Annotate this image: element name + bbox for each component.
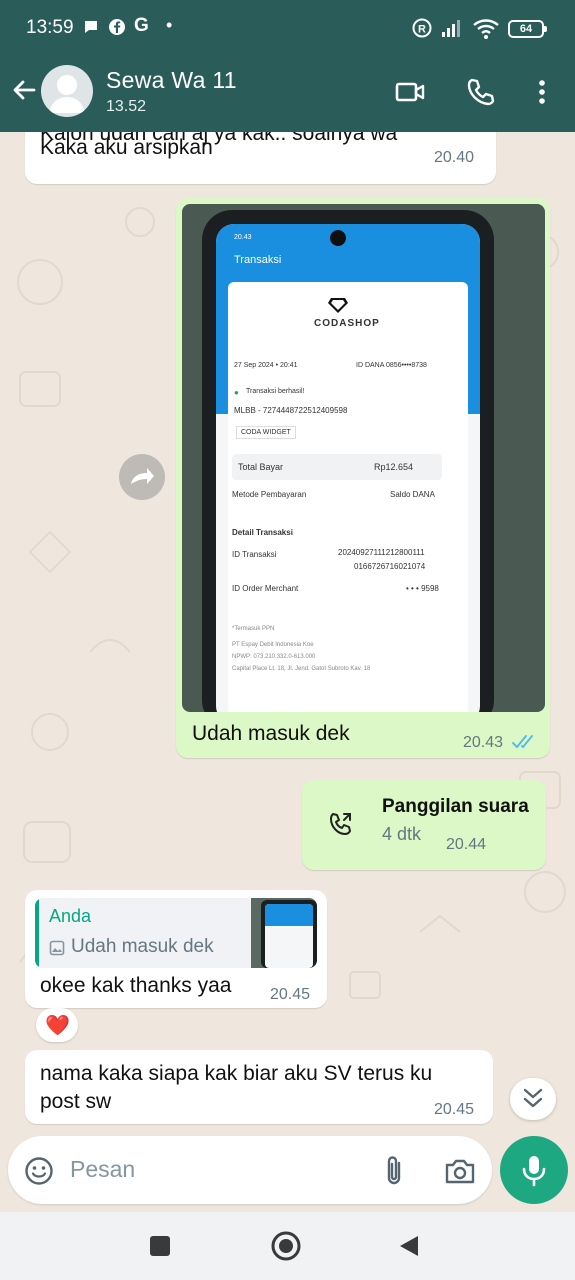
camera-hole	[330, 230, 346, 246]
message-text: Kaka aku arsipkan	[40, 136, 213, 159]
svg-text:R: R	[418, 24, 426, 36]
dot-icon: •	[166, 15, 173, 35]
phone-screen: 20.43 Transaksi CODASHOP 27 Sep 2024 • 2…	[216, 224, 480, 712]
avatar[interactable]	[41, 65, 93, 117]
registered-icon: R	[412, 18, 432, 38]
recent-apps-icon[interactable]	[150, 1236, 170, 1256]
reaction-badge[interactable]: ❤️	[36, 1008, 78, 1042]
last-seen: 13.52	[106, 98, 147, 115]
status-bar: 13:59 G • R 64	[0, 0, 575, 58]
facebook-icon	[109, 19, 125, 35]
chat-area[interactable]: Kalon udah cari aj ya kak.. soalnya wa K…	[0, 132, 575, 1212]
wifi-icon	[473, 19, 499, 39]
emoji-icon[interactable]	[24, 1156, 54, 1186]
voice-message-button[interactable]	[500, 1136, 568, 1204]
brand: CODASHOP	[314, 318, 380, 329]
forward-button[interactable]	[119, 454, 165, 500]
more-options-icon[interactable]	[526, 76, 558, 108]
video-call-icon[interactable]	[394, 76, 426, 108]
image-icon	[49, 940, 65, 956]
message-caption: Udah masuk dek	[192, 722, 350, 745]
voice-call-icon[interactable]	[464, 76, 496, 108]
message-text: okee kak thanks yaa	[40, 974, 232, 997]
back-arrow-icon[interactable]	[10, 76, 38, 104]
message-text: post sw	[40, 1090, 112, 1113]
message-time: 20.45	[270, 986, 311, 1003]
message-bubble-incoming[interactable]: Kalon udah cari aj ya kak.. soalnya wa K…	[25, 132, 496, 184]
scroll-to-bottom-button[interactable]	[510, 1078, 556, 1120]
message-time: 20.44	[446, 836, 487, 853]
codashop-logo-icon	[328, 298, 348, 313]
voice-call-icon	[330, 813, 351, 835]
receipt-card: CODASHOP 27 Sep 2024 • 20:41 ID DANA 085…	[228, 282, 468, 712]
microphone-icon	[522, 1156, 546, 1187]
back-nav-icon[interactable]	[398, 1234, 422, 1258]
message-time: 20.45	[434, 1101, 475, 1118]
status-time: 13:59	[26, 17, 74, 38]
call-duration: 4 dtk	[382, 824, 422, 844]
quoted-message[interactable]: Anda Udah masuk dek	[35, 898, 317, 968]
contact-name[interactable]: Sewa Wa 11	[106, 67, 237, 94]
screen-title: Transaksi	[234, 254, 282, 266]
message-time: 20.40	[434, 149, 475, 166]
message-bubble-incoming-reply[interactable]: Anda Udah masuk dek okee kak thanks yaa …	[25, 890, 327, 1008]
read-receipt-icon	[512, 735, 533, 749]
message-time: 20.43	[463, 734, 504, 751]
message-bubble-incoming[interactable]: nama kaka siapa kak biar aku SV terus ku…	[25, 1050, 493, 1124]
receipt-photo[interactable]: 20.43 Transaksi CODASHOP 27 Sep 2024 • 2…	[182, 204, 545, 712]
chat-notification-icon	[85, 21, 97, 33]
double-chevron-down-icon	[523, 1088, 543, 1108]
system-navigation-bar	[0, 1212, 575, 1280]
forward-icon	[131, 468, 154, 484]
message-text: nama kaka siapa kak biar aku SV terus ku	[40, 1062, 433, 1085]
google-icon: G	[134, 15, 149, 36]
quote-thumbnail	[251, 898, 317, 968]
phone-frame: 20.43 Transaksi CODASHOP 27 Sep 2024 • 2…	[202, 210, 494, 712]
home-icon[interactable]	[270, 1230, 302, 1262]
quote-author: Anda	[49, 906, 92, 926]
attach-icon[interactable]	[380, 1154, 408, 1188]
call-title: Panggilan suara	[382, 796, 529, 817]
quote-text: Udah masuk dek	[71, 936, 214, 957]
message-input[interactable]: Pesan	[70, 1156, 135, 1183]
chat-header: Sewa Wa 11 13.52	[0, 58, 575, 132]
signal-icon	[442, 20, 460, 37]
voice-call-bubble[interactable]: Panggilan suara 4 dtk 20.44	[302, 780, 546, 870]
heart-reaction-icon: ❤️	[45, 1015, 70, 1037]
camera-icon[interactable]	[444, 1156, 476, 1186]
battery-icon: 64	[508, 20, 547, 38]
message-input-bar[interactable]: Pesan	[8, 1136, 492, 1204]
